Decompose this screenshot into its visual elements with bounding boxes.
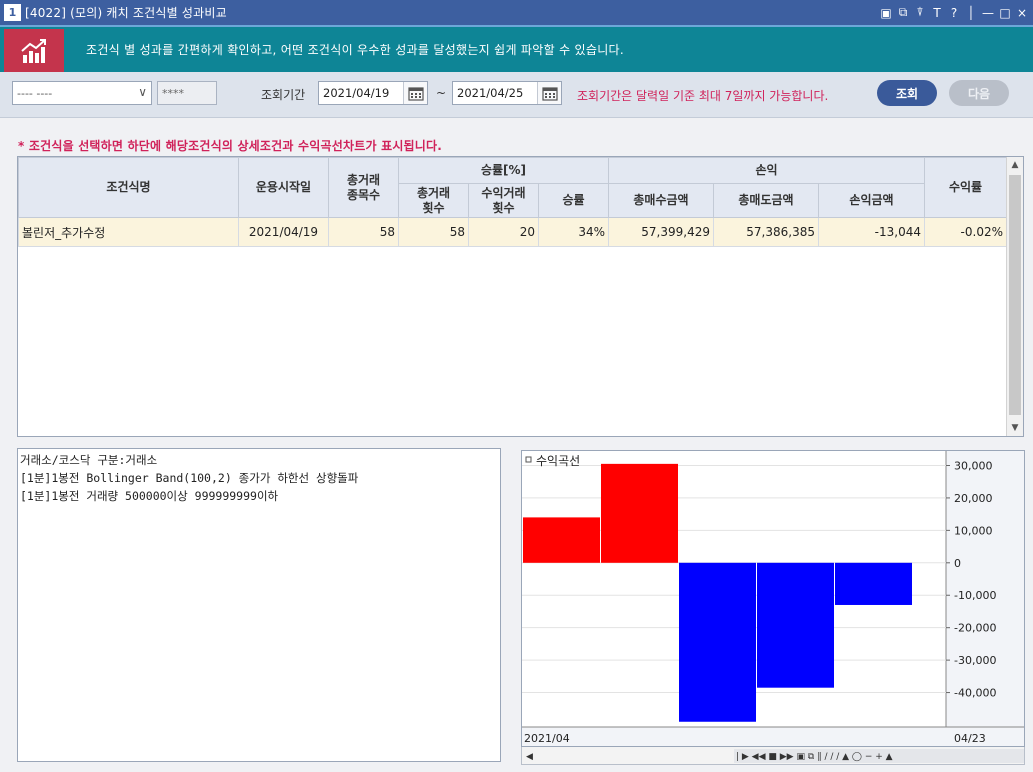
calendar-icon[interactable] [537, 82, 561, 104]
cell-name[interactable]: 볼린저_추가수정 [18, 217, 239, 247]
window-controls: ▣ ⧉ ⍒ T ? │ — □ × [879, 0, 1029, 25]
cell-start[interactable]: 2021/04/19 [238, 217, 329, 247]
query-button[interactable]: 조회 [877, 80, 937, 106]
y-tick-label: -40,000 [954, 687, 996, 700]
chart-toolbar[interactable]: ◀ | ▶ ◀◀ ■ ▶▶ ▣ ⧉ ∥ ∕ ∕ ∕ ▲ ◯ − + ▲ [521, 747, 1025, 765]
x-start-label: 2021/04 [524, 732, 570, 745]
cell-winrate[interactable]: 34% [538, 217, 609, 247]
start-date-value: 2021/04/19 [323, 86, 390, 100]
chart-bar [523, 517, 600, 563]
end-date-value: 2021/04/25 [457, 86, 524, 100]
header-total-items[interactable]: 총거래 종목수 [328, 157, 399, 218]
account-select[interactable]: ---- ---- ∨ [12, 81, 152, 105]
header-trades-line2: 횟수 [422, 200, 445, 215]
window-title: [4022] (모의) 캐치 조건식별 성과비교 [25, 6, 227, 20]
date-range-separator: ~ [436, 86, 447, 100]
header-trades-line1: 총거래 [416, 185, 451, 200]
selection-hint: * 조건식을 선택하면 하단에 해당조건식의 상세조건과 수익곡선차트가 표시됩… [18, 139, 443, 153]
close-icon[interactable]: × [1015, 6, 1029, 20]
cell-trades[interactable]: 58 [398, 217, 469, 247]
header-condition-name[interactable]: 조건식명 [18, 157, 239, 218]
y-tick-label: 30,000 [954, 459, 993, 472]
header-total-sell[interactable]: 총매도금액 [713, 183, 819, 218]
header-winrate[interactable]: 승률 [538, 183, 609, 218]
header-total-items-line1: 총거래 [346, 172, 381, 187]
cell-pnl[interactable]: -13,044 [818, 217, 925, 247]
profit-curve-chart[interactable]: 30,000 20,000 10,000 0 -10,000 -20,000 -30,000… [521, 450, 1025, 747]
end-date-input[interactable]: 2021/04/25 [452, 81, 562, 105]
calendar-icon[interactable] [403, 82, 427, 104]
account-select-value: ---- ---- [17, 86, 53, 100]
pin-icon[interactable]: ⍒ [913, 5, 927, 20]
x-end-label: 04/23 [954, 732, 986, 745]
link-icon[interactable]: ▣ [879, 6, 893, 20]
scroll-down-icon[interactable]: ▼ [1007, 420, 1023, 436]
svg-text:| ▶ ◀◀ ■ ▶▶ ▣ ⧉ ∥ ∕ ∕ ∕ ▲ ◯ −: | ▶ ◀◀ ■ ▶▶ ▣ ⧉ ∥ ∕ ∕ ∕ ▲ ◯ − + ▲ [736, 752, 893, 762]
header-profit-trades[interactable]: 수익거래 횟수 [468, 183, 539, 218]
table-scrollbar[interactable]: ▲ ▼ [1006, 157, 1023, 436]
next-button[interactable]: 다음 [949, 80, 1009, 106]
chart-bar [601, 463, 678, 563]
info-banner: 조건식 별 성과를 간편하게 확인하고, 어떤 조건식이 우수한 성과를 달성했… [0, 25, 1033, 72]
condition-detail-panel: 거래소/코스닥 구분:거래소 [1분]1봉전 Bollinger Band(10… [17, 448, 501, 762]
chart-bar [835, 562, 912, 605]
font-icon[interactable]: T [930, 6, 944, 20]
header-total-items-line2: 종목수 [346, 187, 381, 202]
filter-bar: ---- ---- ∨ **** 조회기간 2021/04/19 ~ 2021/… [0, 72, 1033, 118]
chart-bar [757, 562, 834, 688]
performance-grid: 조건식명 운용시작일 총거래 종목수 승률[%] 손익 수익률 총거래 횟수 수익거… [18, 157, 1007, 247]
cell-return[interactable]: -0.02% [924, 217, 1007, 247]
window-title-bar: 1 [4022] (모의) 캐치 조건식별 성과비교 ▣ ⧉ ⍒ T ? │ —… [0, 0, 1033, 25]
detail-line: 거래소/코스닥 구분:거래소 [20, 453, 158, 467]
scroll-up-icon[interactable]: ▲ [1007, 157, 1023, 173]
chart-canvas: 30,000 20,000 10,000 0 -10,000 -20,000 -30,000… [522, 451, 1024, 746]
header-winrate-group: 승률[%] [398, 157, 609, 184]
header-profit-trades-line1: 수익거래 [481, 185, 526, 200]
copy-window-icon[interactable]: ⧉ [896, 5, 910, 20]
y-tick-label: 10,000 [954, 524, 993, 537]
detail-line: [1분]1봉전 Bollinger Band(100,2) 종가가 하한선 상향… [20, 471, 359, 485]
minimize-icon[interactable]: — [981, 6, 995, 20]
header-pnl-group: 손익 [608, 157, 925, 184]
scroll-thumb[interactable] [1009, 175, 1021, 415]
header-pnl[interactable]: 손익금액 [818, 183, 925, 218]
y-tick-label: -10,000 [954, 589, 996, 602]
y-tick-label: -20,000 [954, 622, 996, 635]
header-start-date[interactable]: 운용시작일 [238, 157, 329, 218]
legend-marker [525, 456, 532, 463]
period-notice: 조회기간은 달력일 기준 최대 7일까지 가능합니다. [577, 89, 829, 103]
separator-icon: │ [967, 5, 975, 20]
cell-profit-trades[interactable]: 20 [468, 217, 539, 247]
start-date-input[interactable]: 2021/04/19 [318, 81, 428, 105]
header-return[interactable]: 수익률 [924, 157, 1007, 218]
svg-text:◀: ◀ [526, 752, 533, 762]
header-profit-trades-line2: 횟수 [492, 200, 515, 215]
condition-performance-table: 조건식명 운용시작일 총거래 종목수 승률[%] 손익 수익률 총거래 횟수 수익거… [17, 156, 1024, 437]
period-label: 조회기간 [261, 88, 306, 102]
chart-growth-icon [4, 29, 64, 72]
password-field[interactable]: **** [157, 81, 217, 105]
maximize-icon[interactable]: □ [998, 6, 1012, 20]
y-tick-label: 20,000 [954, 492, 993, 505]
cell-total-buy[interactable]: 57,399,429 [608, 217, 714, 247]
cell-total-items[interactable]: 58 [328, 217, 399, 247]
detail-line: [1분]1봉전 거래량 500000이상 999999999이하 [20, 489, 279, 503]
cell-total-sell[interactable]: 57,386,385 [713, 217, 819, 247]
chart-bar [679, 562, 756, 722]
chevron-down-icon: ∨ [138, 85, 147, 99]
header-trades[interactable]: 총거래 횟수 [398, 183, 469, 218]
banner-text: 조건식 별 성과를 간편하게 확인하고, 어떤 조건식이 우수한 성과를 달성했… [86, 43, 624, 57]
window-number: 1 [4, 4, 21, 21]
y-tick-label: -30,000 [954, 654, 996, 667]
table-row[interactable]: 볼린저_추가수정 2021/04/19 58 58 20 34% 57,399,… [18, 217, 1007, 247]
x-axis-panel [522, 727, 1024, 746]
header-total-buy[interactable]: 총매수금액 [608, 183, 714, 218]
help-icon[interactable]: ? [947, 6, 961, 20]
y-tick-label: 0 [954, 557, 961, 570]
chart-title: 수익곡선 [536, 454, 580, 468]
